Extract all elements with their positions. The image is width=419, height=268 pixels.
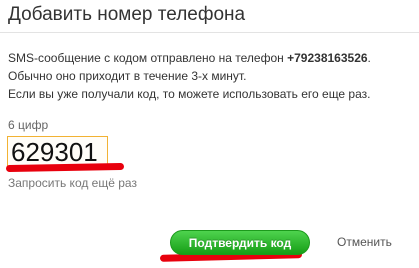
- resend-code-link[interactable]: Запросить код ещё раз: [8, 176, 137, 190]
- description-suffix: .: [367, 51, 371, 65]
- dialog-title: Добавить номер телефона: [8, 4, 246, 25]
- code-field-label: 6 цифр: [8, 118, 49, 132]
- description-line-1: SMS-сообщение с кодом отправлено на теле…: [8, 49, 416, 67]
- cancel-link[interactable]: Отменить: [337, 235, 392, 249]
- sms-description: SMS-сообщение с кодом отправлено на теле…: [8, 49, 416, 103]
- red-annotation-underline: [5, 162, 125, 173]
- description-line-2: Обычно оно приходит в течение 3-х минут.: [8, 69, 247, 83]
- confirm-code-button[interactable]: Подтвердить код: [170, 230, 310, 255]
- description-line-3: Если вы уже получали код, то можете испо…: [8, 87, 371, 101]
- title-divider: [0, 32, 419, 33]
- description-prefix: SMS-сообщение с кодом отправлено на теле…: [8, 51, 288, 65]
- phone-number: +79238163526: [287, 51, 368, 65]
